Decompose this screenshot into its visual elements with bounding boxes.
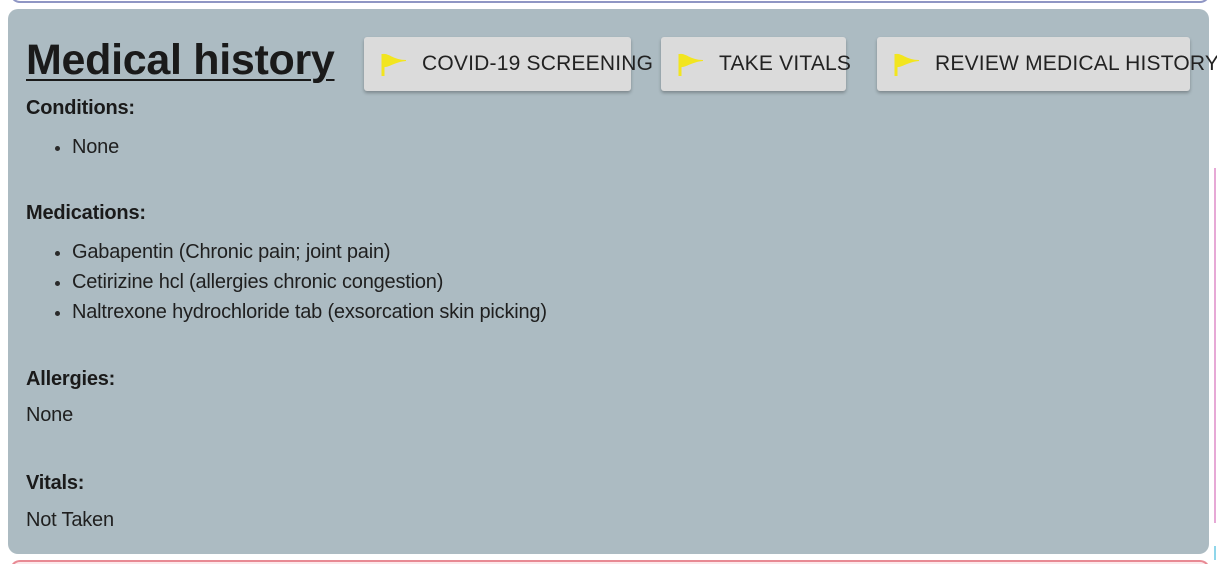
list-item: Naltrexone hydrochloride tab (exsorcatio…	[53, 297, 547, 327]
side-decoration	[1214, 168, 1216, 523]
medical-history-card: Medical history COVID-19 SCREENING TAKE …	[8, 9, 1217, 554]
conditions-list: None	[53, 132, 119, 162]
take-vitals-label: TAKE VITALS	[719, 52, 852, 75]
allergies-value: None	[26, 404, 74, 426]
side-decoration	[1214, 546, 1216, 560]
vitals-heading: Vitals:	[26, 472, 85, 494]
covid-screening-button[interactable]: COVID-19 SCREENING	[364, 37, 653, 91]
next-card-edge	[10, 560, 1210, 564]
list-item: Gabapentin (Chronic pain; joint pain)	[53, 237, 547, 267]
flag-icon	[893, 51, 921, 77]
section-title: Medical history	[26, 36, 335, 84]
review-medical-history-button[interactable]: REVIEW MEDICAL HISTORY	[877, 37, 1217, 91]
conditions-heading: Conditions:	[26, 97, 135, 119]
previous-card-edge	[10, 0, 1210, 3]
flag-icon	[677, 51, 705, 77]
list-item: None	[53, 132, 119, 162]
allergies-heading: Allergies:	[26, 368, 116, 390]
review-medical-history-label: REVIEW MEDICAL HISTORY	[935, 52, 1217, 75]
medications-list: Gabapentin (Chronic pain; joint pain) Ce…	[53, 237, 547, 327]
list-item: Cetirizine hcl (allergies chronic conges…	[53, 267, 547, 297]
medications-heading: Medications:	[26, 202, 146, 224]
flag-icon	[380, 51, 408, 77]
take-vitals-button[interactable]: TAKE VITALS	[661, 37, 851, 91]
covid-screening-label: COVID-19 SCREENING	[422, 52, 654, 75]
vitals-value: Not Taken	[26, 509, 114, 531]
